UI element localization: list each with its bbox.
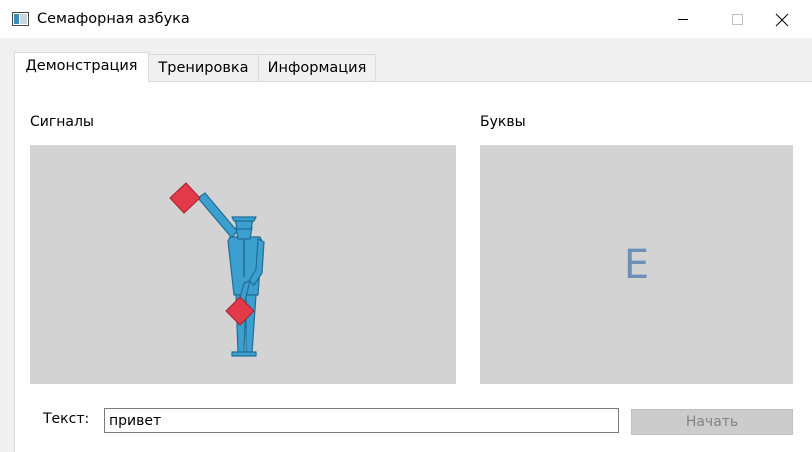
cap — [231, 216, 257, 222]
close-button[interactable] — [758, 0, 804, 38]
text-input[interactable] — [104, 408, 619, 433]
tab-information[interactable]: Информация — [258, 54, 376, 82]
start-button[interactable]: Начать — [631, 409, 793, 435]
letters-display: Е — [480, 145, 793, 384]
tab-training[interactable]: Тренировка — [148, 54, 259, 82]
text-label: Текст: — [43, 411, 90, 427]
feet — [231, 351, 257, 357]
tab-label: Информация — [267, 60, 367, 76]
signals-label: Сигналы — [30, 114, 94, 130]
upper-flag — [169, 182, 201, 214]
maximize-icon — [732, 14, 743, 25]
letters-label: Буквы — [480, 114, 526, 130]
semaphore-figure — [169, 182, 265, 357]
minimize-icon — [678, 19, 688, 20]
minimize-button[interactable] — [660, 0, 706, 38]
signals-display — [30, 145, 456, 384]
title-bar: Семафорная азбука — [0, 0, 812, 38]
app-window-icon — [12, 12, 29, 26]
tab-demonstration[interactable]: Демонстрация — [14, 52, 149, 82]
raised-arm — [197, 192, 238, 239]
maximize-button[interactable] — [714, 0, 760, 38]
current-letter: Е — [623, 241, 650, 288]
close-icon — [775, 13, 789, 27]
right-leg — [245, 294, 257, 354]
window-title: Семафорная азбука — [37, 11, 190, 27]
tab-label: Тренировка — [158, 60, 249, 76]
tab-label: Демонстрация — [25, 58, 138, 74]
